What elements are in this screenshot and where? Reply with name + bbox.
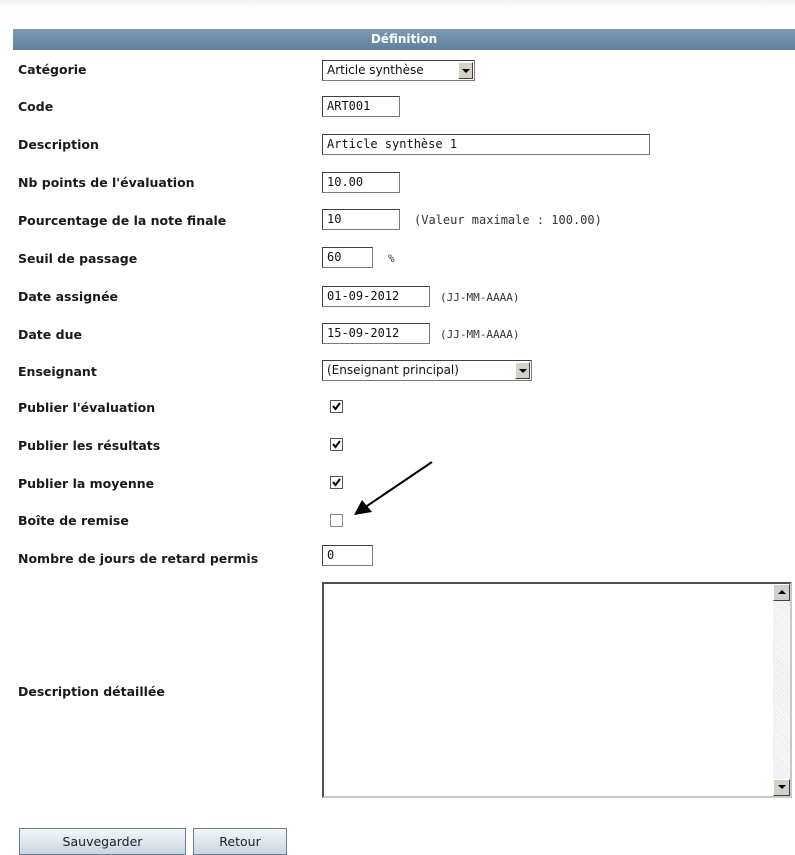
- seuil-label: Seuil de passage: [18, 251, 138, 266]
- scroll-down-icon[interactable]: [773, 779, 790, 796]
- enseignant-label: Enseignant: [18, 364, 97, 379]
- description-detaillee-textarea[interactable]: [322, 582, 792, 798]
- enseignant-select[interactable]: (Enseignant principal): [322, 360, 532, 381]
- pourcentage-input[interactable]: 10: [322, 209, 400, 230]
- code-input[interactable]: ART001: [322, 96, 400, 117]
- jours-retard-label: Nombre de jours de retard permis: [18, 551, 259, 566]
- textarea-scrollbar[interactable]: [773, 584, 790, 796]
- scroll-up-icon[interactable]: [773, 584, 790, 601]
- date-due-hint: (JJ-MM-AAAA): [440, 328, 520, 341]
- description-label: Description: [18, 137, 99, 152]
- publier-moyenne-label: Publier la moyenne: [18, 476, 155, 491]
- nb-points-label: Nb points de l'évaluation: [18, 175, 195, 190]
- pourcentage-hint: (Valeur maximale : 100.00): [414, 213, 602, 227]
- checkmark-icon: [332, 478, 341, 487]
- checkmark-icon: [332, 402, 341, 411]
- pourcentage-label: Pourcentage de la note finale: [18, 213, 227, 228]
- date-assignee-input[interactable]: 01-09-2012: [322, 286, 430, 307]
- boite-remise-label: Boîte de remise: [18, 513, 129, 528]
- date-assignee-hint: (JJ-MM-AAAA): [440, 291, 520, 304]
- date-due-input[interactable]: 15-09-2012: [322, 323, 430, 344]
- nb-points-input[interactable]: 10.00: [322, 172, 400, 193]
- description-input[interactable]: Article synthèse 1: [322, 134, 650, 155]
- back-button[interactable]: Retour: [193, 828, 287, 855]
- publier-evaluation-checkbox[interactable]: [330, 400, 343, 413]
- date-assignee-label: Date assignée: [18, 289, 119, 304]
- enseignant-select-value: (Enseignant principal): [327, 363, 459, 377]
- publier-moyenne-checkbox[interactable]: [330, 476, 343, 489]
- checkmark-icon: [332, 440, 341, 449]
- publier-resultats-checkbox[interactable]: [330, 438, 343, 451]
- code-label: Code: [18, 99, 54, 114]
- top-shade: [0, 0, 795, 10]
- seuil-input[interactable]: 60: [322, 247, 373, 268]
- seuil-unit: %: [388, 252, 395, 265]
- publier-resultats-label: Publier les résultats: [18, 438, 161, 453]
- description-detaillee-label: Description détaillée: [18, 684, 165, 699]
- date-due-label: Date due: [18, 327, 82, 342]
- categorie-select[interactable]: Article synthèse: [322, 60, 475, 81]
- save-button[interactable]: Sauvegarder: [19, 828, 186, 855]
- publier-evaluation-label: Publier l'évaluation: [18, 400, 156, 415]
- categorie-select-value: Article synthèse: [327, 63, 424, 77]
- chevron-down-icon[interactable]: [458, 62, 473, 79]
- categorie-label: Catégorie: [18, 62, 87, 77]
- section-header: Définition: [13, 29, 795, 50]
- annotation-arrow-icon: [354, 461, 433, 515]
- boite-remise-checkbox[interactable]: [330, 514, 343, 527]
- jours-retard-input[interactable]: 0: [322, 545, 373, 566]
- chevron-down-icon[interactable]: [515, 362, 530, 379]
